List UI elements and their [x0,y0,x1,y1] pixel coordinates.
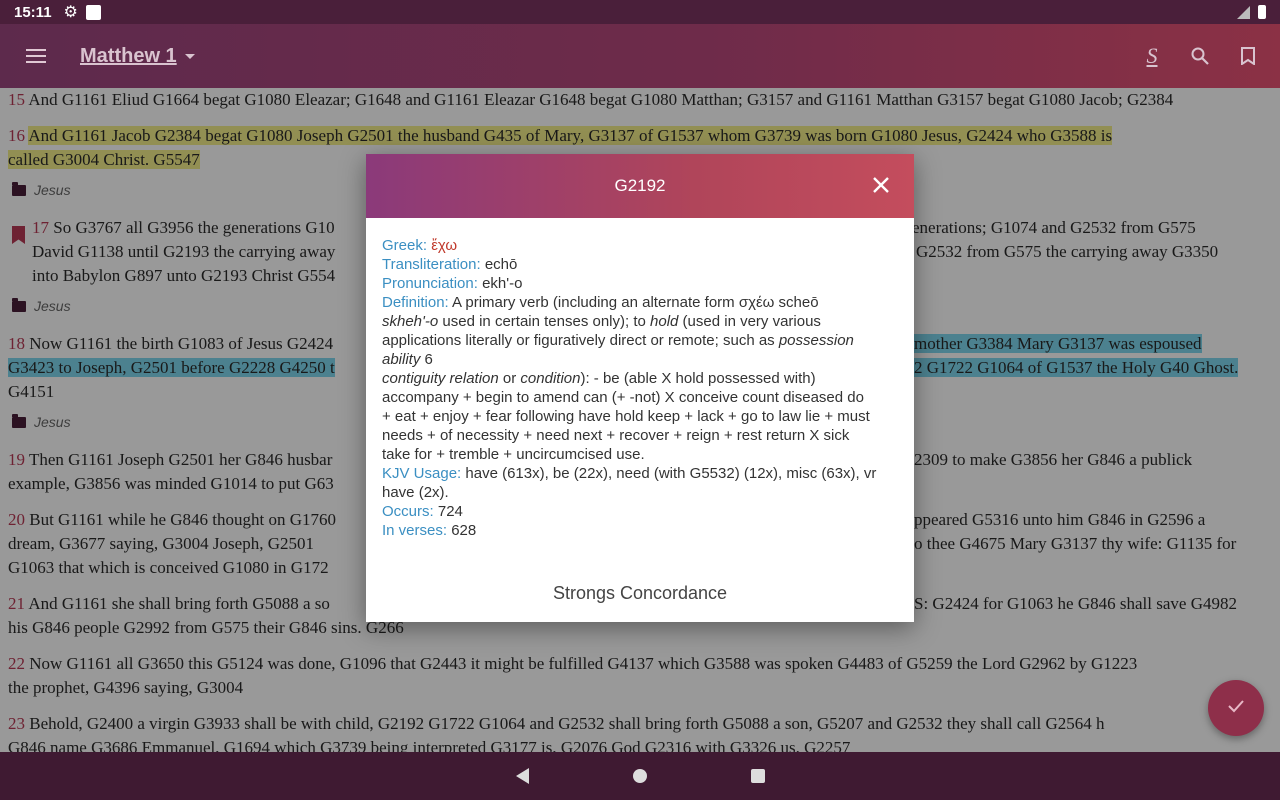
occurs-label: Occurs: [382,503,434,520]
dialog-title: G2192 [614,176,666,195]
verses-value: 628 [451,522,477,539]
def-italic: possession [778,332,854,349]
system-nav-bar [0,752,1280,800]
strongs-concordance-button[interactable]: Strongs Concordance [366,583,914,604]
check-icon [1227,699,1245,718]
confirm-fab[interactable] [1208,680,1264,736]
def-text: or [498,370,521,387]
kjv-row: KJV Usage: have (613x), be (22x), need (… [382,464,898,483]
translit-label: Transliteration: [382,256,481,273]
back-icon[interactable] [515,768,529,784]
def-text: applications literally or figuratively d… [382,332,779,349]
signal-icon [1237,5,1250,19]
strongs-toggle-icon[interactable]: S [1142,43,1162,68]
definition-line: skheh'-o used in certain tenses only); t… [382,312,898,331]
search-icon[interactable] [1190,44,1210,68]
app-bar: Matthew 1 S [0,24,1280,88]
pron-value: ekh'-o [482,275,523,292]
translit-value: echō [484,256,518,273]
definition-row: Definition: A primary verb (including an… [382,293,898,312]
kjv-label: KJV Usage: [382,465,462,482]
def-text: ): - be (able X hold possessed with) [580,370,816,387]
definition-line: take for + tremble + uncircumcised use. [382,446,645,463]
battery-icon [1258,5,1266,19]
notification-icon [85,4,101,20]
recents-icon[interactable] [750,769,765,783]
home-icon[interactable] [632,769,647,783]
definition-line: applications literally or figuratively d… [382,331,898,350]
page-title[interactable]: Matthew 1 [80,45,177,68]
status-time: 15:11 [14,3,52,21]
menu-icon[interactable] [26,49,46,63]
def-italic: hold [650,313,679,330]
kjv-value: have (613x), be (22x), need (with G5532)… [465,465,877,482]
kjv-row-cont: have (2x). [382,484,449,501]
def-italic: condition [520,370,581,387]
gear-icon: ⚙ [63,4,78,21]
definition-line: needs + of necessity + need next + recov… [382,427,850,444]
occurs-value: 724 [437,503,463,520]
verses-row: In verses: 628 [382,521,898,540]
pron-row: Pronunciation: ekh'-o [382,274,898,293]
pron-label: Pronunciation: [382,275,478,292]
close-icon[interactable] [872,176,890,194]
def-text: (used in very various [678,313,821,330]
definition-line: contiguity relation or condition): - be … [382,369,898,388]
def-text: used in certain tenses only); to [438,313,651,330]
definition-line: ability 6 [382,350,898,369]
def-italic: contiguity relation [382,370,499,387]
dialog-body: Greek: ἔχω Transliteration: echō Pronunc… [366,218,914,540]
verses-label: In verses: [382,522,448,539]
translit-row: Transliteration: echō [382,255,898,274]
greek-value: ἔχω [431,237,458,254]
def-italic: skheh'-o [382,313,439,330]
greek-row: Greek: ἔχω [382,236,898,255]
def-label: Definition: [382,294,449,311]
def-text: A primary verb (including an alternate f… [452,294,819,311]
chapter-selector[interactable]: Matthew 1 [80,45,195,68]
def-italic: ability [382,351,421,368]
chevron-down-icon[interactable] [184,53,195,59]
bookmark-icon[interactable] [1238,44,1258,68]
def-text: 6 [420,351,433,368]
definition-line: accompany + begin to amend can (+ -not) … [382,389,864,406]
strongs-dialog: G2192 Greek: ἔχω Transliteration: echō P… [366,154,914,622]
greek-label: Greek: [382,237,428,254]
definition-line: + eat + enjoy + fear following have hold… [382,408,870,425]
status-bar: 15:11 ⚙ [0,0,1280,24]
dialog-header: G2192 [366,154,914,218]
occurs-row: Occurs: 724 [382,502,898,521]
